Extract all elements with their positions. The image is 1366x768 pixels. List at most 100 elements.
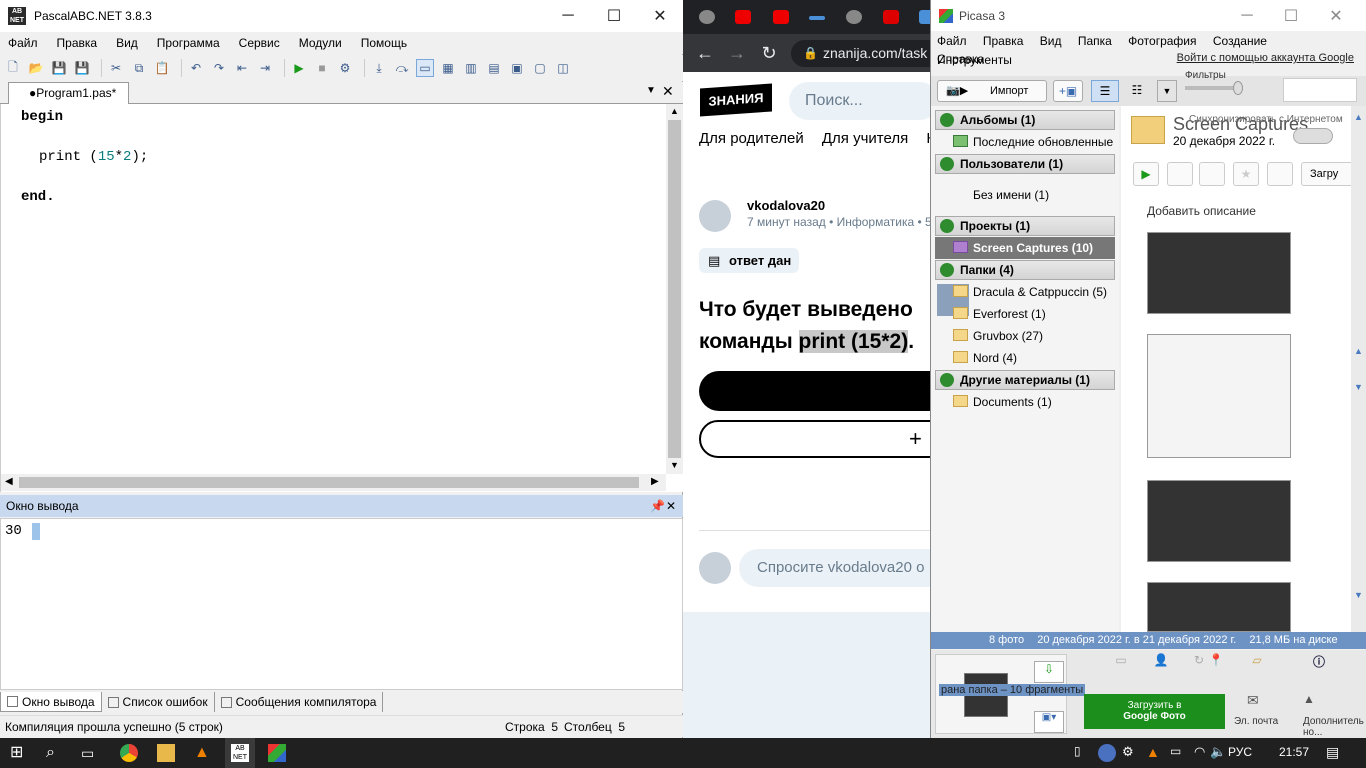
- menu-program[interactable]: Программа: [157, 36, 220, 50]
- photo-thumbnail[interactable]: [1147, 232, 1291, 314]
- battery-icon[interactable]: ▭: [1170, 744, 1188, 762]
- site-logo[interactable]: ЗНАНИЯ: [700, 83, 772, 117]
- section-folders[interactable]: Папки (4): [935, 260, 1115, 280]
- file-explorer-icon[interactable]: [157, 744, 175, 762]
- stop-icon[interactable]: ■: [313, 59, 331, 77]
- unindent-icon[interactable]: ⇥: [256, 59, 274, 77]
- project-screen-captures[interactable]: Screen Captures (10): [935, 237, 1115, 259]
- tab-favicon-icon[interactable]: [699, 10, 715, 24]
- close-tab-icon[interactable]: ✕: [662, 83, 674, 100]
- code-editor[interactable]: begin print (15*2); end. ▲ ▼ ◀ ▶: [0, 104, 683, 492]
- maximize-button[interactable]: ☐: [591, 0, 637, 32]
- scroll-down-icon[interactable]: ▼: [1354, 590, 1363, 600]
- folder-documents[interactable]: Documents (1): [953, 393, 1117, 411]
- indent-icon[interactable]: ⇤: [233, 59, 251, 77]
- minimize-button[interactable]: ─: [1224, 0, 1270, 32]
- pin-tray-icon[interactable]: ⇩: [1034, 661, 1064, 683]
- list-view-icon[interactable]: ☰: [1091, 80, 1119, 102]
- scrollbar-thumb[interactable]: [19, 477, 639, 488]
- output-panel[interactable]: 30: [0, 518, 683, 690]
- save-icon[interactable]: [1267, 162, 1293, 186]
- zoom-slider-track[interactable]: [1185, 86, 1235, 90]
- pin-icon[interactable]: 📌: [650, 495, 665, 517]
- scrollbar-thumb[interactable]: [668, 120, 681, 458]
- task-view-icon[interactable]: ▭: [81, 744, 99, 762]
- tab-program1[interactable]: ●Program1.pas*: [8, 82, 130, 104]
- copy-icon[interactable]: ⧉: [130, 59, 148, 77]
- scroll-left-icon[interactable]: ◀: [5, 476, 13, 487]
- menu-view[interactable]: Вид: [116, 36, 138, 50]
- menu-modules[interactable]: Модули: [299, 36, 342, 50]
- email-label[interactable]: Эл. почта: [1234, 716, 1278, 727]
- google-signin-link[interactable]: Войти с помощью аккаунта Google: [1177, 52, 1354, 64]
- watch-icon[interactable]: ▥: [462, 59, 480, 77]
- minimize-button[interactable]: ─: [545, 0, 591, 32]
- scroll-up-icon[interactable]: ▲: [1354, 346, 1363, 356]
- menu-file[interactable]: Файл: [937, 34, 967, 48]
- site-search-input[interactable]: Поиск...: [789, 82, 933, 120]
- folder-dracula[interactable]: Dracula & Catppuccin (5): [953, 283, 1117, 301]
- section-projects[interactable]: Проекты (1): [935, 216, 1115, 236]
- youtube-tab-icon[interactable]: [735, 10, 751, 24]
- output-toggle-icon[interactable]: ▭: [416, 59, 434, 77]
- scroll-right-icon[interactable]: ▶: [651, 476, 659, 487]
- folder-everforest[interactable]: Everforest (1): [953, 305, 1117, 323]
- nav-parents[interactable]: Для родителей: [699, 130, 804, 147]
- menu-edit[interactable]: Правка: [983, 34, 1024, 48]
- notifications-icon[interactable]: ▤: [1326, 744, 1344, 762]
- window-icon[interactable]: ▣: [508, 59, 526, 77]
- vlc-tray-icon[interactable]: ▲: [1146, 744, 1164, 762]
- undo-icon[interactable]: ↶: [187, 59, 205, 77]
- menu-edit[interactable]: Правка: [57, 36, 98, 50]
- sort-dropdown-icon[interactable]: ▼: [1157, 80, 1177, 102]
- app-tray-icon[interactable]: [1098, 744, 1116, 762]
- people-icon[interactable]: 👤: [1143, 653, 1179, 673]
- chrome-icon[interactable]: [120, 744, 138, 762]
- search-field[interactable]: [1283, 78, 1357, 102]
- collage-icon[interactable]: [1167, 162, 1193, 186]
- tray-menu-icon[interactable]: ▣▾: [1034, 711, 1064, 733]
- window2-icon[interactable]: ▢: [531, 59, 549, 77]
- menu-file[interactable]: Файл: [8, 36, 38, 50]
- tab-favicon-icon[interactable]: [883, 10, 899, 24]
- section-albums[interactable]: Альбомы (1): [935, 110, 1115, 130]
- run-icon[interactable]: ▶: [290, 59, 308, 77]
- search-icon[interactable]: ⌕: [46, 744, 64, 762]
- format-icon[interactable]: ▦: [439, 59, 457, 77]
- tab-list-chevron-icon[interactable]: ▼: [646, 85, 656, 96]
- answer-button[interactable]: [699, 371, 933, 411]
- maximize-button[interactable]: ☐: [1268, 0, 1314, 32]
- paste-icon[interactable]: 📋: [153, 59, 171, 77]
- menu-help[interactable]: Помощь: [361, 36, 407, 50]
- debug-icon[interactable]: ⚙: [336, 59, 354, 77]
- menu-folder[interactable]: Папка: [1078, 34, 1112, 48]
- info-icon[interactable]: ⓘ: [1301, 653, 1337, 673]
- menu-view[interactable]: Вид: [1040, 34, 1062, 48]
- more-label[interactable]: Дополнитель но...: [1303, 716, 1364, 738]
- person-noname[interactable]: Без имени (1): [953, 186, 1117, 204]
- scroll-down-icon[interactable]: ▼: [670, 460, 679, 470]
- tablet-icon[interactable]: ▯: [1074, 744, 1092, 762]
- open-folder-icon[interactable]: 📂: [27, 59, 45, 77]
- tree-view-icon[interactable]: ☷: [1123, 80, 1151, 102]
- step-into-icon[interactable]: ⤓: [370, 59, 388, 77]
- zoom-slider-thumb[interactable]: [1233, 81, 1243, 95]
- save-icon[interactable]: 💾: [50, 59, 68, 77]
- slideshow-play-icon[interactable]: ▶: [1133, 162, 1159, 186]
- section-people[interactable]: Пользователи (1): [935, 154, 1115, 174]
- add-description-link[interactable]: Добавить описание: [1147, 204, 1256, 218]
- scroll-up-icon[interactable]: ▲: [1354, 112, 1363, 122]
- star-icon[interactable]: ★: [1233, 162, 1259, 186]
- volume-icon[interactable]: 🔈: [1210, 744, 1228, 762]
- nav-teachers[interactable]: Для учителя: [822, 130, 908, 147]
- photo-thumbnail[interactable]: [1147, 480, 1291, 562]
- folder-gruvbox[interactable]: Gruvbox (27): [953, 327, 1117, 345]
- question-author[interactable]: vkodalova20: [747, 198, 825, 213]
- user-avatar[interactable]: [699, 200, 731, 232]
- clock[interactable]: 21:57: [1279, 745, 1309, 759]
- email-icon[interactable]: ✉: [1247, 692, 1259, 709]
- menu-photo[interactable]: Фотография: [1128, 34, 1196, 48]
- tab-favicon-icon[interactable]: [809, 16, 825, 20]
- add-to-album-icon[interactable]: +▣: [1053, 80, 1083, 102]
- save-all-icon[interactable]: 💾: [73, 59, 91, 77]
